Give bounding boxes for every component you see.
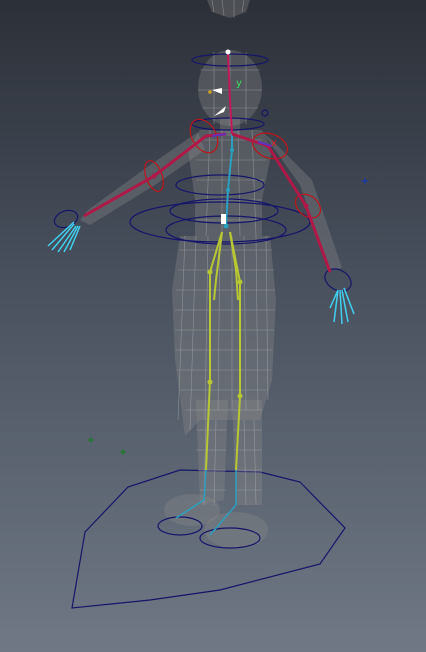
mesh-left-leg (196, 400, 228, 505)
locator-icon[interactable] (362, 178, 368, 184)
perspective-viewport[interactable]: y x (0, 0, 426, 652)
pivot-y-label: y (236, 78, 242, 89)
look-target-control[interactable] (261, 109, 269, 117)
pivot-x-label: x (271, 138, 277, 149)
head-top-marker (225, 49, 231, 55)
root-pivot-marker (221, 214, 226, 224)
scene-canvas[interactable]: y x (0, 0, 426, 652)
eye-locator (208, 90, 212, 94)
locator-icon[interactable] (88, 437, 94, 443)
locator-icon[interactable] (120, 449, 126, 455)
